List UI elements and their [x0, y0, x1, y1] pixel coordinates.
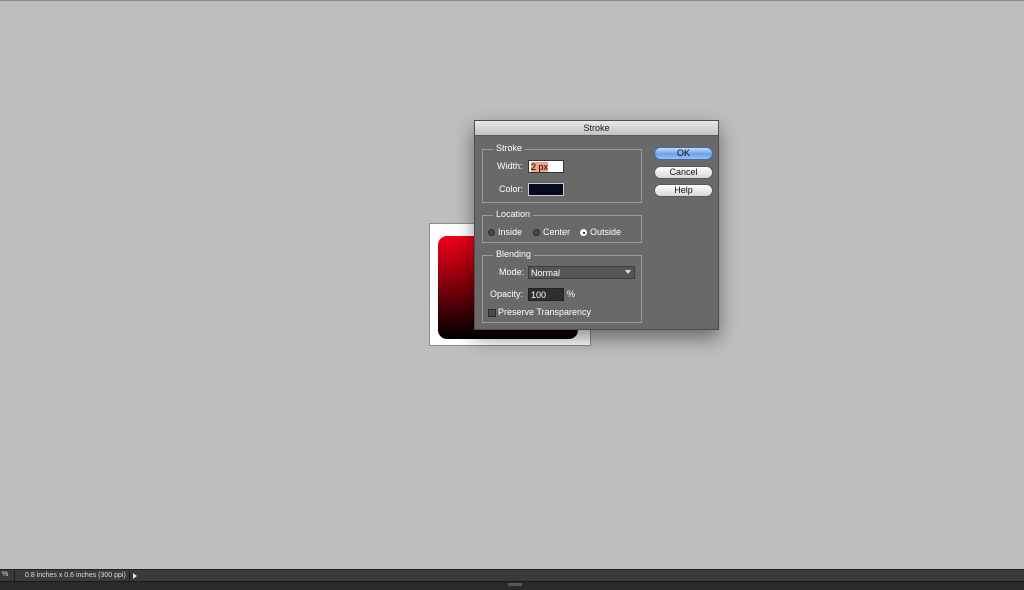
- stroke-dialog: Stroke Stroke Width: 2 px Color: Locatio…: [474, 120, 719, 330]
- blending-group: Blending Mode: Normal Opacity: 100 % Pre…: [482, 249, 642, 323]
- radio-inside-label[interactable]: Inside: [498, 227, 522, 237]
- radio-center-label[interactable]: Center: [543, 227, 570, 237]
- ok-button[interactable]: OK: [654, 147, 713, 160]
- dialog-title[interactable]: Stroke: [475, 121, 718, 136]
- blending-group-title: Blending: [493, 249, 535, 259]
- blend-mode-value: Normal: [531, 268, 561, 278]
- location-group: Location Inside Center Outside: [482, 209, 642, 243]
- width-input-value: 2 px: [531, 162, 549, 172]
- opacity-unit: %: [567, 289, 576, 299]
- mode-label: Mode:: [499, 267, 525, 277]
- preserve-transparency-checkbox[interactable]: [488, 309, 496, 317]
- document-info: 0.8 inches x 0.6 inches (300 ppi): [25, 572, 126, 579]
- scrollbar-thumb[interactable]: [508, 583, 522, 586]
- location-group-title: Location: [493, 209, 534, 219]
- radio-outside[interactable]: [580, 229, 587, 236]
- status-divider: [129, 571, 130, 581]
- width-label: Width:: [497, 161, 523, 171]
- opacity-label: Opacity:: [490, 289, 524, 299]
- workspace-top-border: [0, 0, 1024, 1]
- width-input[interactable]: 2 px: [528, 160, 564, 173]
- play-arrow-icon[interactable]: [133, 573, 137, 579]
- color-swatch[interactable]: [528, 183, 564, 196]
- radio-inside[interactable]: [488, 229, 495, 236]
- chevron-down-icon: [625, 270, 631, 274]
- blend-mode-select[interactable]: Normal: [528, 266, 635, 279]
- preserve-transparency-label[interactable]: Preserve Transparency: [498, 307, 591, 317]
- stroke-group-title: Stroke: [493, 143, 526, 153]
- color-label: Color:: [499, 184, 524, 194]
- zoom-level[interactable]: %: [2, 571, 8, 578]
- stroke-group: Stroke Width: 2 px Color:: [482, 143, 642, 203]
- cancel-button[interactable]: Cancel: [654, 166, 713, 179]
- opacity-input[interactable]: 100: [528, 288, 564, 301]
- opacity-value: 100: [531, 290, 547, 300]
- help-button[interactable]: Help: [654, 184, 713, 197]
- radio-outside-label[interactable]: Outside: [590, 227, 621, 237]
- radio-center[interactable]: [533, 229, 540, 236]
- status-divider: [14, 571, 15, 581]
